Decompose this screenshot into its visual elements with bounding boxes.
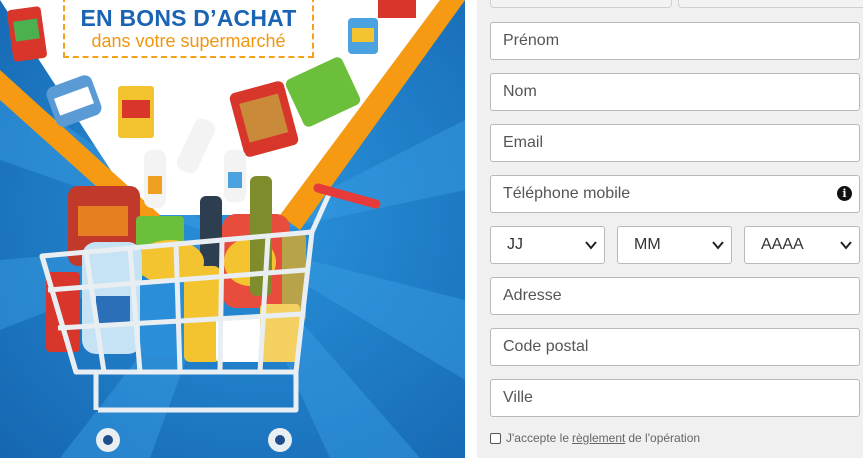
address-placeholder: Adresse — [503, 287, 562, 304]
registration-form: Prénom Nom Email Téléphone mobile i JJ M… — [477, 0, 863, 458]
promo-title: EN BONS D’ACHAT — [80, 5, 297, 31]
top-tab-right[interactable] — [678, 0, 863, 8]
birth-year-select[interactable]: AAAA — [744, 226, 860, 264]
postal-code-placeholder: Code postal — [503, 338, 589, 355]
birth-day-select[interactable]: JJ — [490, 226, 605, 264]
postal-code-field[interactable]: Code postal — [490, 328, 860, 366]
info-icon[interactable]: i — [837, 186, 852, 201]
birth-day-value: JJ — [507, 236, 523, 253]
last-name-field[interactable]: Nom — [490, 73, 860, 111]
consent-row: J'accepte le règlement de l'opération — [490, 431, 700, 445]
consent-suffix: de l'opération — [628, 431, 701, 445]
promo-title-box: EN BONS D’ACHAT dans votre supermarché — [63, 0, 314, 58]
birth-month-select[interactable]: MM — [617, 226, 732, 264]
promo-banner: EN BONS D’ACHAT dans votre supermarché — [0, 0, 465, 458]
chevron-down-icon — [585, 241, 597, 250]
consent-checkbox[interactable] — [490, 432, 501, 444]
divider — [465, 0, 477, 458]
email-placeholder: Email — [503, 134, 544, 151]
city-placeholder: Ville — [503, 389, 533, 406]
promo-subtitle: dans votre supermarché — [91, 31, 286, 51]
mobile-phone-placeholder: Téléphone mobile — [503, 185, 631, 202]
chevron-down-icon — [712, 241, 724, 250]
birth-month-value: MM — [634, 236, 661, 253]
address-field[interactable]: Adresse — [490, 277, 860, 315]
last-name-placeholder: Nom — [503, 83, 537, 100]
rules-link[interactable]: règlement — [572, 431, 625, 445]
city-field[interactable]: Ville — [490, 379, 860, 417]
top-tab-left[interactable] — [490, 0, 672, 8]
shopping-cart-illustration — [0, 0, 465, 458]
chevron-down-icon — [840, 241, 852, 250]
birth-year-value: AAAA — [761, 236, 804, 253]
first-name-field[interactable]: Prénom — [490, 22, 860, 60]
consent-prefix: J'accepte le — [506, 431, 569, 445]
first-name-placeholder: Prénom — [503, 32, 560, 49]
mobile-phone-field[interactable]: Téléphone mobile i — [490, 175, 860, 213]
email-field[interactable]: Email — [490, 124, 860, 162]
